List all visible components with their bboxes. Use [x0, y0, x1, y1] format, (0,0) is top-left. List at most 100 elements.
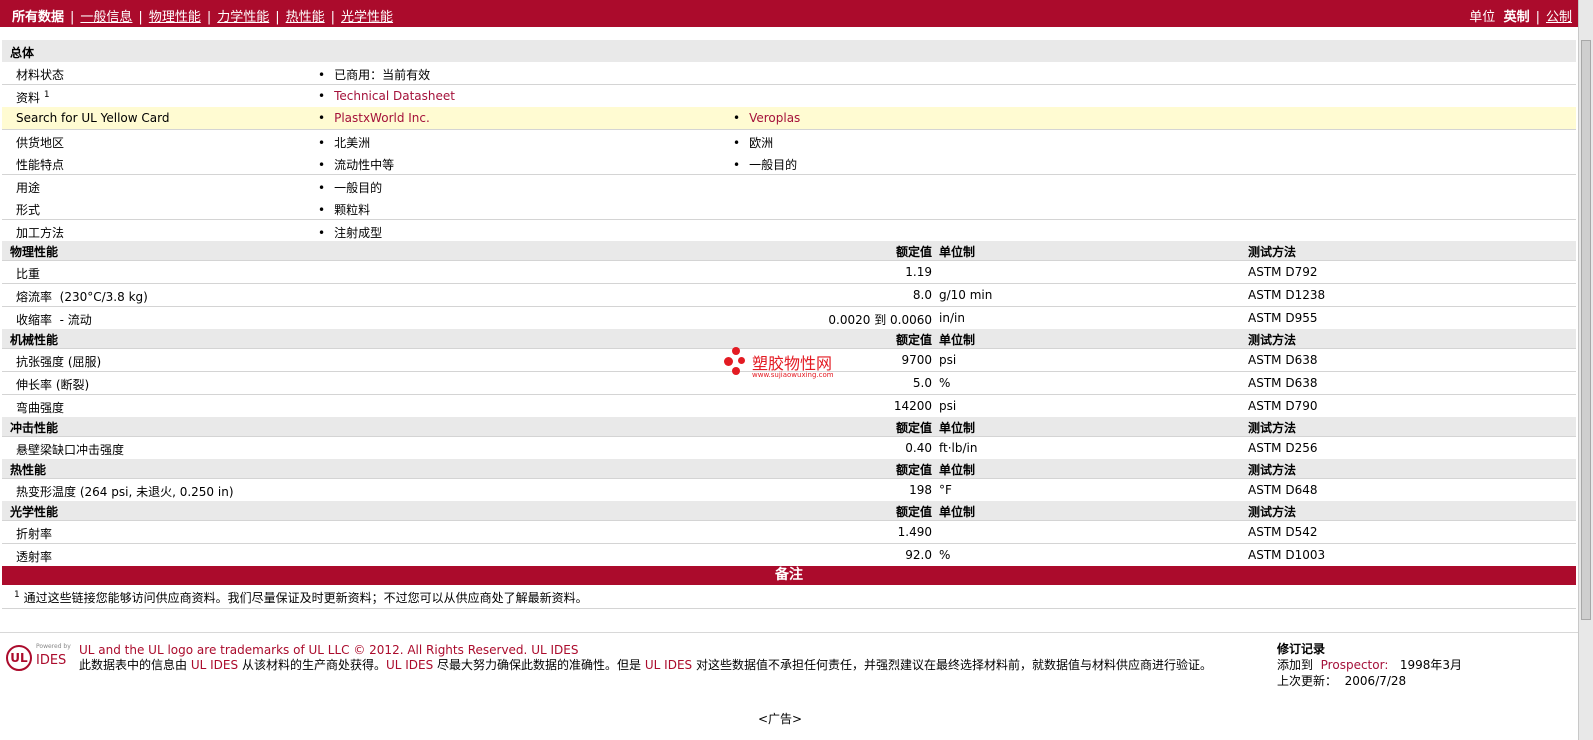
section-header-thermal: 热性能 额定值 单位制 测试方法: [2, 459, 1576, 479]
row-documents: 资料 1 Technical Datasheet: [2, 85, 1576, 108]
row-material-status: 材料状态 已商用：当前有效: [2, 62, 1576, 85]
note-text: 1 通过这些链接您能够访问供应商资料。我们尽量保证及时更新资料；不过您可以从供应…: [14, 590, 588, 605]
nav-thermal[interactable]: 热性能: [286, 10, 325, 25]
section-header-general: 总体: [2, 40, 1576, 63]
row-test: ASTM D638: [1248, 353, 1318, 367]
row-label: 抗张强度 (屈服): [16, 355, 102, 369]
section-header-optical: 光学性能 额定值 单位制 测试方法: [2, 501, 1576, 521]
section-nav: 所有数据 | 一般信息 | 物理性能 | 力学性能 | 热性能 | 光学性能: [12, 10, 394, 25]
row-ul-yellow-card: Search for UL Yellow Card PlastxWorld In…: [2, 107, 1576, 130]
col-nominal: 额定值: [895, 505, 932, 519]
table-row: 透射率 92.0 % ASTM D1003: [2, 544, 1576, 567]
added-line: 添加到 Prospector: 1998年3月: [1277, 658, 1462, 672]
row-test: ASTM D542: [1248, 525, 1318, 539]
nav-general-info[interactable]: 一般信息: [80, 10, 132, 25]
plastxworld-link[interactable]: PlastxWorld Inc.: [318, 111, 430, 125]
row-label: Search for UL Yellow Card: [16, 111, 170, 125]
row-label: 性能特点: [16, 158, 65, 172]
row-label: 用途: [16, 181, 41, 195]
technical-datasheet-link[interactable]: Technical Datasheet: [318, 89, 455, 103]
row-label: 形式: [16, 203, 41, 217]
table-row: 弯曲强度 14200 psi ASTM D790: [2, 395, 1576, 418]
row-unit: ft·lb/in: [939, 441, 978, 455]
section-header-impact: 冲击性能 额定值 单位制 测试方法: [2, 417, 1576, 437]
section-title: 热性能: [10, 463, 47, 477]
table-row: 熔流率 (230°C/3.8 kg) 8.0 g/10 min ASTM D12…: [2, 284, 1576, 307]
row-test: ASTM D638: [1248, 376, 1318, 390]
row-test: ASTM D1238: [1248, 288, 1326, 302]
col-unit: 单位制: [939, 245, 976, 259]
col-nominal: 额定值: [895, 333, 932, 347]
row-uses: 用途 一般目的: [2, 175, 1576, 198]
col-unit: 单位制: [939, 463, 976, 477]
row-label: 资料 1: [16, 90, 50, 105]
col-nominal: 额定值: [895, 421, 932, 435]
row-unit: °F: [939, 483, 952, 497]
row-label: 透射率: [16, 550, 53, 564]
section-title: 机械性能: [10, 333, 59, 347]
unit-imperial[interactable]: 英制: [1504, 10, 1530, 25]
row-value: 92.0: [905, 548, 932, 562]
nav-physical[interactable]: 物理性能: [149, 10, 201, 25]
unit-label: 单位: [1469, 10, 1496, 25]
footer-disclaimer: UL and the UL logo are trademarks of UL …: [79, 643, 1212, 672]
row-form: 形式 颗粒料: [2, 197, 1576, 220]
row-label: 熔流率 (230°C/3.8 kg): [16, 290, 148, 304]
table-row: 悬壁梁缺口冲击强度 0.40 ft·lb/in ASTM D256: [2, 437, 1576, 460]
row-value: 一般目的: [318, 179, 382, 196]
col-test: 测试方法: [1248, 421, 1297, 435]
col-nominal: 额定值: [895, 245, 932, 259]
row-value: 5.0: [912, 376, 932, 390]
nav-all-data[interactable]: 所有数据: [12, 10, 64, 25]
row-value: 一般目的: [733, 156, 797, 173]
row-value: 9700: [901, 353, 932, 367]
row-value: 8.0: [912, 288, 932, 302]
revision-title: 修订记录: [1277, 642, 1326, 656]
prospector-link[interactable]: Prospector:: [1321, 658, 1389, 672]
ides-logo-text: IDES: [36, 653, 67, 668]
watermark-url: www.sujiaowuxing.com: [752, 371, 834, 379]
watermark-logo: 塑胶物性网 www.sujiaowuxing.com: [722, 345, 852, 385]
col-unit: 单位制: [939, 333, 976, 347]
row-label: 弯曲强度: [16, 401, 65, 415]
unit-metric-link[interactable]: 公制: [1546, 10, 1572, 25]
row-value: 1.19: [905, 265, 932, 279]
section-header-physical: 物理性能 额定值 单位制 测试方法: [2, 241, 1576, 261]
row-unit: %: [939, 376, 951, 390]
nav-mechanical[interactable]: 力学性能: [217, 10, 269, 25]
col-nominal: 额定值: [895, 463, 932, 477]
notes-header: 备注: [2, 566, 1576, 585]
unit-switcher: 单位 英制 | 公制: [1469, 10, 1572, 25]
footnote-ref: 1: [43, 90, 50, 100]
row-features: 性能特点 流动性中等 一般目的: [2, 152, 1576, 175]
revision-history: 修订记录 添加到 Prospector: 1998年3月 上次更新： 2006/…: [1277, 641, 1462, 689]
row-value: 已商用：当前有效: [318, 66, 430, 83]
row-value: 1.490: [897, 525, 932, 539]
nav-optical[interactable]: 光学性能: [341, 10, 393, 25]
section-title: 总体: [10, 46, 35, 60]
row-value: 欧洲: [733, 134, 773, 151]
row-value: 14200: [893, 399, 932, 413]
top-nav-bar: 所有数据 | 一般信息 | 物理性能 | 力学性能 | 热性能 | 光学性能 单位 英制 | 公制: [0, 0, 1578, 27]
col-unit: 单位制: [939, 421, 976, 435]
footer: UL Powered by IDES UL and the UL logo ar…: [0, 632, 1578, 700]
vertical-scrollbar[interactable]: [1578, 0, 1593, 740]
table-row: 比重 1.19 ASTM D792: [2, 261, 1576, 284]
row-value: 北美洲: [318, 134, 370, 151]
row-processing: 加工方法 注射成型: [2, 220, 1576, 243]
row-value: 颗粒料: [318, 201, 370, 218]
scrollbar-thumb[interactable]: [1581, 40, 1591, 620]
ul-ides-link[interactable]: UL IDES: [531, 643, 578, 657]
veroplas-link[interactable]: Veroplas: [733, 111, 800, 125]
ul-logo-icon: UL: [6, 645, 32, 671]
table-row: 热变形温度 (264 psi, 未退火, 0.250 in) 198 °F AS…: [2, 479, 1576, 502]
row-label: 材料状态: [16, 68, 65, 82]
powered-by-label: Powered by: [36, 643, 71, 650]
section-title: 冲击性能: [10, 421, 59, 435]
row-label: 供货地区: [16, 136, 65, 150]
row-unit: psi: [939, 353, 957, 367]
row-supply-region: 供货地区 北美洲 欧洲: [2, 130, 1576, 153]
row-value: 注射成型: [318, 224, 382, 241]
col-unit: 单位制: [939, 505, 976, 519]
table-row: 收缩率 - 流动 0.0020 到 0.0060 in/in ASTM D955: [2, 307, 1576, 330]
